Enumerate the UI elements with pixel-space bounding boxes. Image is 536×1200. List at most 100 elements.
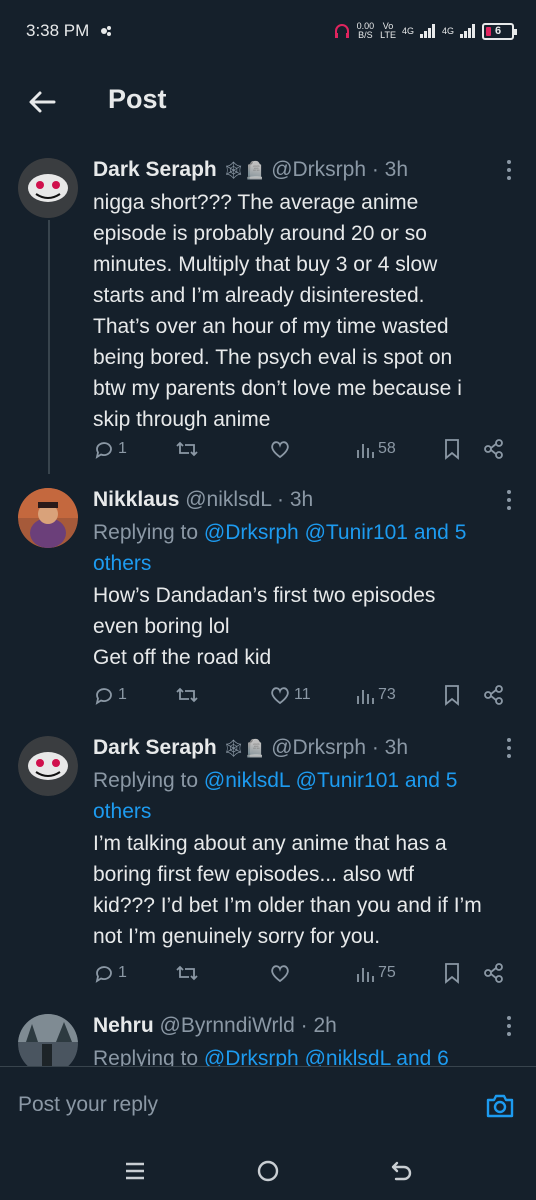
- more-options-icon[interactable]: [506, 1016, 512, 1038]
- text-line: starts and I’m already disinterested.: [93, 284, 425, 307]
- more-options-icon[interactable]: [506, 738, 512, 760]
- author-handle[interactable]: @Drksrph: [271, 158, 366, 181]
- bookmark-icon: [445, 963, 459, 984]
- repost-button[interactable]: [175, 682, 199, 708]
- avatar[interactable]: [18, 488, 78, 548]
- avatar-image: [18, 736, 78, 796]
- recent-apps-icon[interactable]: [122, 1158, 148, 1184]
- author-name[interactable]: Dark Seraph: [93, 736, 217, 759]
- repost-icon: [176, 441, 198, 457]
- author-handle[interactable]: @ByrnndiWrld: [160, 1014, 295, 1037]
- post-time: · 3h: [271, 488, 314, 511]
- replying-to: Replying to @Drksrph @Tunir101 and 5 oth…: [93, 517, 513, 579]
- author-name[interactable]: Nikklaus: [93, 488, 179, 511]
- signal-2-icon: [460, 24, 475, 38]
- bookmark-button[interactable]: [443, 682, 461, 708]
- battery-level: 6: [494, 25, 502, 37]
- notification-icon: [101, 26, 112, 36]
- bookmark-button[interactable]: [443, 960, 461, 986]
- back-arrow-icon[interactable]: [26, 86, 58, 118]
- mentions-others-link[interactable]: others: [93, 552, 151, 575]
- views-icon: [357, 690, 374, 704]
- like-count: 11: [294, 686, 311, 703]
- views-button[interactable]: 73: [355, 682, 396, 708]
- view-count: 73: [378, 686, 396, 703]
- bookmark-icon: [445, 439, 459, 460]
- author-handle[interactable]: @Drksrph: [271, 736, 366, 759]
- bookmark-icon: [445, 685, 459, 706]
- mentions-link[interactable]: @niklsdL @Tunir101 and 5: [204, 769, 458, 792]
- post-actions: 1 11 73: [93, 682, 513, 708]
- signal-icon: [419, 24, 435, 38]
- text-line: minutes. Multiply that buy 3 or 4 slow: [93, 253, 438, 276]
- replying-to: Replying to @niklsdL @Tunir101 and 5 oth…: [93, 765, 513, 827]
- like-button[interactable]: 11: [269, 682, 311, 708]
- share-button[interactable]: [483, 960, 505, 986]
- repost-button[interactable]: [175, 436, 199, 462]
- like-button[interactable]: [269, 960, 291, 986]
- more-options-icon[interactable]: [506, 490, 512, 512]
- avatar-image: [18, 158, 78, 218]
- text-line: being bored. The psych eval is spot on: [93, 346, 453, 369]
- camera-icon[interactable]: [485, 1091, 515, 1121]
- reply-input[interactable]: Post your reply: [18, 1093, 158, 1117]
- post[interactable]: Dark Seraph 🕸🪦 @Drksrph · 3h nigga short…: [0, 144, 536, 474]
- web-icon: 🕸: [222, 161, 245, 180]
- author-name[interactable]: Nehru: [93, 1014, 154, 1037]
- share-button[interactable]: [483, 436, 505, 462]
- page-title: Post: [108, 84, 167, 114]
- views-icon: [357, 444, 374, 458]
- replies-feed[interactable]: Dark Seraph 🕸🪦 @Drksrph · 3h nigga short…: [0, 144, 536, 1066]
- author-name[interactable]: Dark Seraph: [93, 158, 217, 181]
- share-button[interactable]: [483, 682, 505, 708]
- status-time: 3:38 PM: [26, 21, 90, 40]
- text-line: How’s Dandadan’s first two episodes: [93, 584, 436, 607]
- avatar[interactable]: [18, 736, 78, 796]
- post[interactable]: Dark Seraph 🕸🪦 @Drksrph · 3h Replying to…: [0, 722, 536, 1000]
- reply-button[interactable]: 1: [93, 436, 127, 462]
- net-speed: 0.00 B/S: [357, 22, 375, 40]
- views-button[interactable]: 58: [355, 436, 396, 462]
- status-bar: 3:38 PM 0.00 B/S Vo LTE 4G 4G 6: [0, 0, 536, 62]
- volte-bottom: LTE: [380, 30, 396, 40]
- header: Post: [0, 62, 536, 144]
- author-handle[interactable]: @niklsdL: [185, 488, 271, 511]
- text-line: nigga short??? The average anime: [93, 191, 419, 214]
- post-text: I’m talking about any anime that has a b…: [93, 828, 523, 952]
- replying-label: Replying to: [93, 1047, 204, 1066]
- mentions-link[interactable]: @Drksrph @niklsdL and 6: [204, 1047, 449, 1066]
- view-count: 58: [378, 440, 396, 457]
- avatar[interactable]: [18, 1014, 78, 1066]
- reply-composer[interactable]: Post your reply: [0, 1066, 536, 1144]
- home-icon[interactable]: [255, 1158, 281, 1184]
- back-icon[interactable]: [389, 1158, 415, 1184]
- post-actions: 1 58: [93, 436, 513, 462]
- avatar[interactable]: [18, 158, 78, 218]
- share-icon: [484, 439, 503, 459]
- like-button[interactable]: [269, 436, 291, 462]
- avatar-image: [18, 488, 78, 548]
- post-text: nigga short??? The average anime episode…: [93, 187, 523, 435]
- text-line: not I’m genuinely sorry for you.: [93, 925, 381, 948]
- repost-icon: [176, 965, 198, 981]
- post-time: · 3h: [366, 736, 409, 759]
- system-nav-bar: [0, 1144, 536, 1200]
- bookmark-button[interactable]: [443, 436, 461, 462]
- post-header: Dark Seraph 🕸🪦 @Drksrph · 3h: [93, 158, 408, 182]
- more-options-icon[interactable]: [506, 160, 512, 182]
- reply-count: 1: [118, 964, 127, 981]
- heart-icon: [271, 687, 289, 705]
- reply-button[interactable]: 1: [93, 960, 127, 986]
- replying-to: Replying to @Drksrph @niklsdL and 6: [93, 1043, 513, 1066]
- reply-count: 1: [118, 686, 127, 703]
- post[interactable]: Nehru @ByrnndiWrld · 2h Replying to @Drk…: [0, 1000, 536, 1066]
- views-button[interactable]: 75: [355, 960, 396, 986]
- text-line: boring first few episodes... also wtf: [93, 863, 414, 886]
- post[interactable]: Nikklaus @niklsdL · 3h Replying to @Drks…: [0, 474, 536, 722]
- tombstone-icon: 🪦: [244, 739, 266, 758]
- repost-button[interactable]: [175, 960, 199, 986]
- text-line: kid??? I’d bet I’m older than you and if…: [93, 894, 482, 917]
- reply-button[interactable]: 1: [93, 682, 127, 708]
- mentions-link[interactable]: @Drksrph @Tunir101 and 5: [204, 521, 466, 544]
- mentions-others-link[interactable]: others: [93, 800, 151, 823]
